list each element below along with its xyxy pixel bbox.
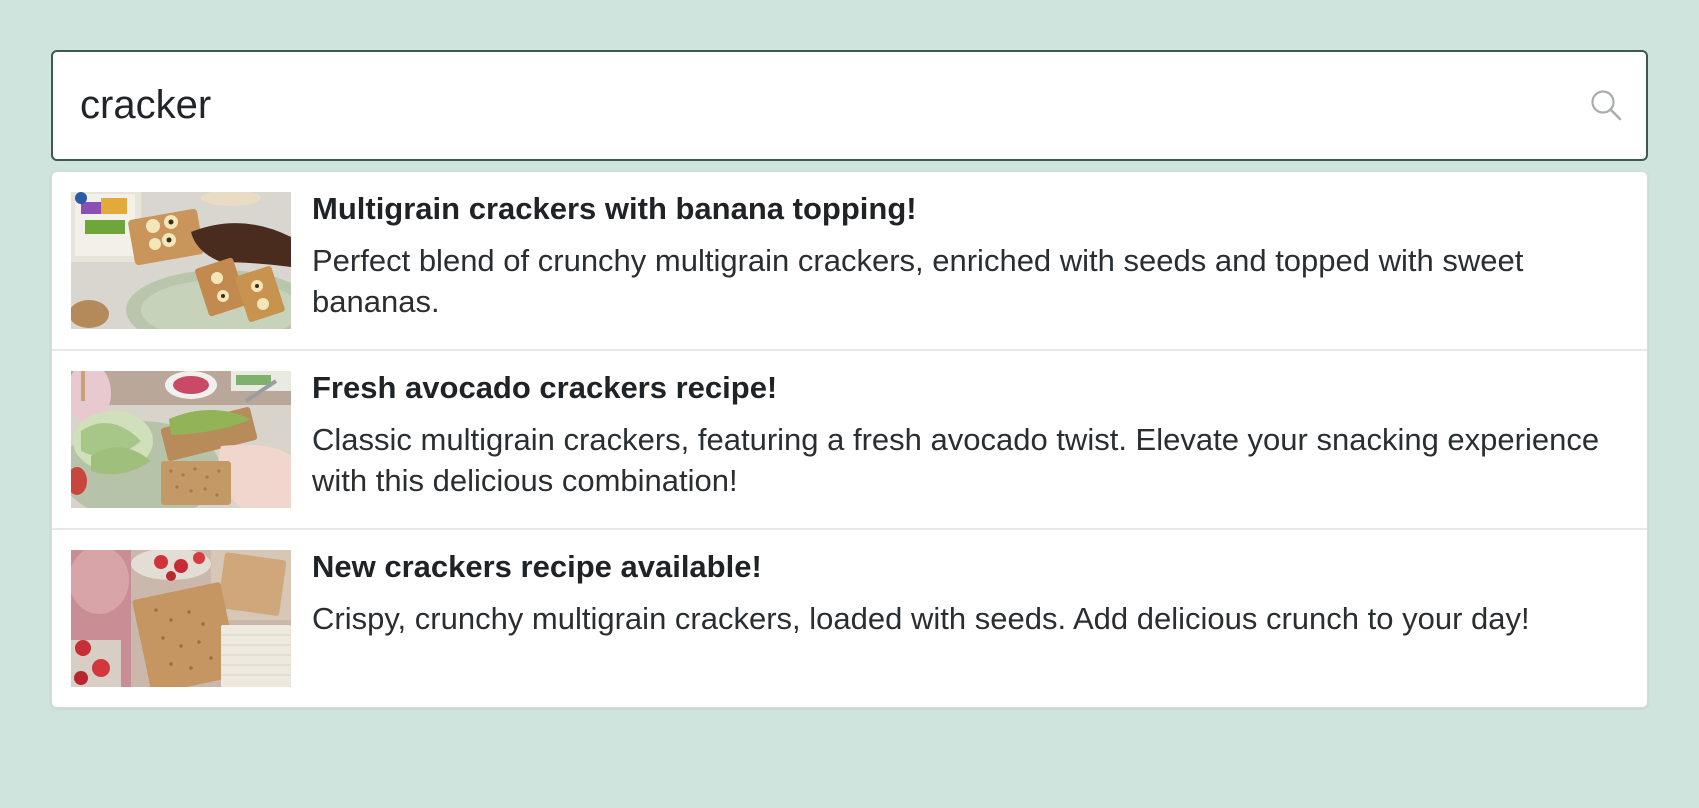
search-result-item[interactable]: Multigrain crackers with banana topping!… [52,172,1647,351]
result-description: Classic multigrain crackers, featuring a… [312,422,1600,498]
crackers-avocado-thumbnail [71,371,291,508]
search-result-item[interactable]: New crackers recipe available! Crispy, c… [52,530,1647,707]
result-title: Multigrain crackers with banana topping! [312,191,917,226]
search-results-dropdown: Multigrain crackers with banana topping!… [51,171,1648,708]
result-description: Crispy, crunchy multigrain crackers, loa… [312,601,1530,636]
result-title: Fresh avocado crackers recipe! [312,370,778,405]
result-title: New crackers recipe available! [312,549,762,584]
result-description: Perfect blend of crunchy multigrain crac… [312,243,1524,319]
crackers-banana-thumbnail [71,192,291,329]
search-icon[interactable] [1588,87,1624,123]
crackers-strawberry-thumbnail [71,550,291,687]
search-input[interactable] [53,52,1646,159]
search-box[interactable] [51,50,1648,161]
search-result-item[interactable]: Fresh avocado crackers recipe! Classic m… [52,351,1647,530]
